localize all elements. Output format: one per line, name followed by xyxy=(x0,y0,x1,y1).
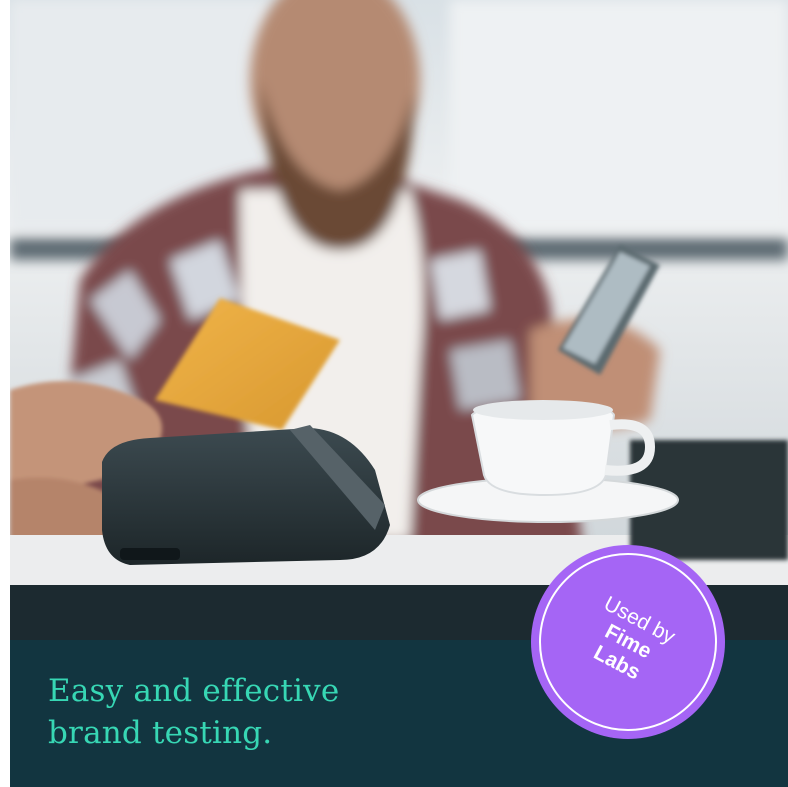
headline-line-2: brand testing. xyxy=(48,715,273,751)
promo-card: Easy and effective brand testing. Used b… xyxy=(10,0,788,787)
hero-photo xyxy=(10,0,788,640)
headline-line-1: Easy and effective xyxy=(48,673,340,709)
photo-illustration-icon xyxy=(10,0,788,640)
used-by-badge: Used by Fime Labs xyxy=(531,545,725,739)
headline: Easy and effective brand testing. xyxy=(48,670,468,754)
